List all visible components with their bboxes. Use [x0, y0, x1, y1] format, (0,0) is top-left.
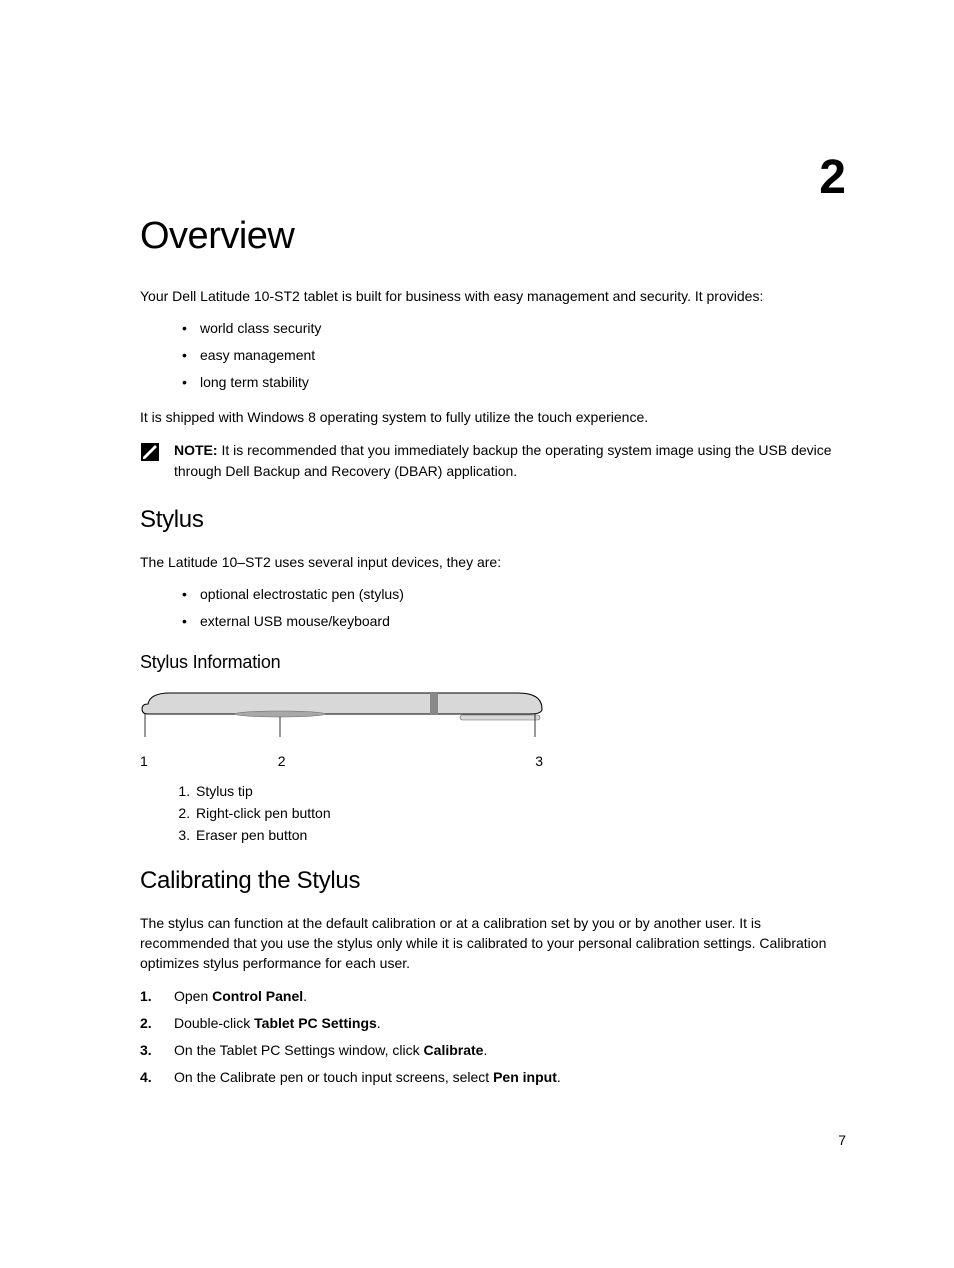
list-item: optional electrostatic pen (stylus)	[182, 584, 846, 605]
list-item: world class security	[182, 318, 846, 339]
intro-paragraph: Your Dell Latitude 10-ST2 tablet is buil…	[140, 286, 846, 306]
callout-labels: 1 2 3	[140, 753, 543, 769]
list-item: long term stability	[182, 372, 846, 393]
callout-2: 2	[278, 753, 286, 769]
note-icon	[140, 442, 160, 465]
callout-1: 1	[140, 753, 148, 769]
chapter-number: 2	[819, 150, 846, 205]
heading-stylus: Stylus	[140, 506, 846, 534]
list-item: Right-click pen button	[194, 805, 846, 821]
callout-3: 3	[535, 753, 543, 769]
heading-calibrating: Calibrating the Stylus	[140, 867, 846, 895]
step-item: Open Control Panel.	[140, 986, 846, 1007]
stylus-intro: The Latitude 10–ST2 uses several input d…	[140, 552, 846, 572]
document-page: 2 Overview Your Dell Latitude 10-ST2 tab…	[0, 0, 954, 1142]
list-item: Eraser pen button	[194, 827, 846, 843]
heading-stylus-information: Stylus Information	[140, 652, 846, 673]
note-body: It is recommended that you immediately b…	[174, 442, 832, 479]
list-item: Stylus tip	[194, 783, 846, 799]
note-block: NOTE: It is recommended that you immedia…	[140, 440, 846, 482]
heading-overview: Overview	[140, 215, 846, 258]
list-item: easy management	[182, 345, 846, 366]
page-number: 7	[838, 1132, 846, 1148]
calibration-steps: Open Control Panel. Double-click Tablet …	[140, 986, 846, 1088]
step-item: On the Calibrate pen or touch input scre…	[140, 1067, 846, 1088]
stylus-diagram: 1 2 3	[140, 689, 560, 769]
stylus-bullet-list: optional electrostatic pen (stylus) exte…	[182, 584, 846, 632]
step-item: Double-click Tablet PC Settings.	[140, 1013, 846, 1034]
note-label: NOTE:	[174, 442, 218, 458]
intro-paragraph-2: It is shipped with Windows 8 operating s…	[140, 407, 846, 427]
stylus-parts-list: Stylus tip Right-click pen button Eraser…	[194, 783, 846, 843]
intro-bullet-list: world class security easy management lon…	[182, 318, 846, 393]
note-text: NOTE: It is recommended that you immedia…	[174, 440, 846, 482]
calibration-paragraph: The stylus can function at the default c…	[140, 913, 846, 974]
step-item: On the Tablet PC Settings window, click …	[140, 1040, 846, 1061]
list-item: external USB mouse/keyboard	[182, 611, 846, 632]
